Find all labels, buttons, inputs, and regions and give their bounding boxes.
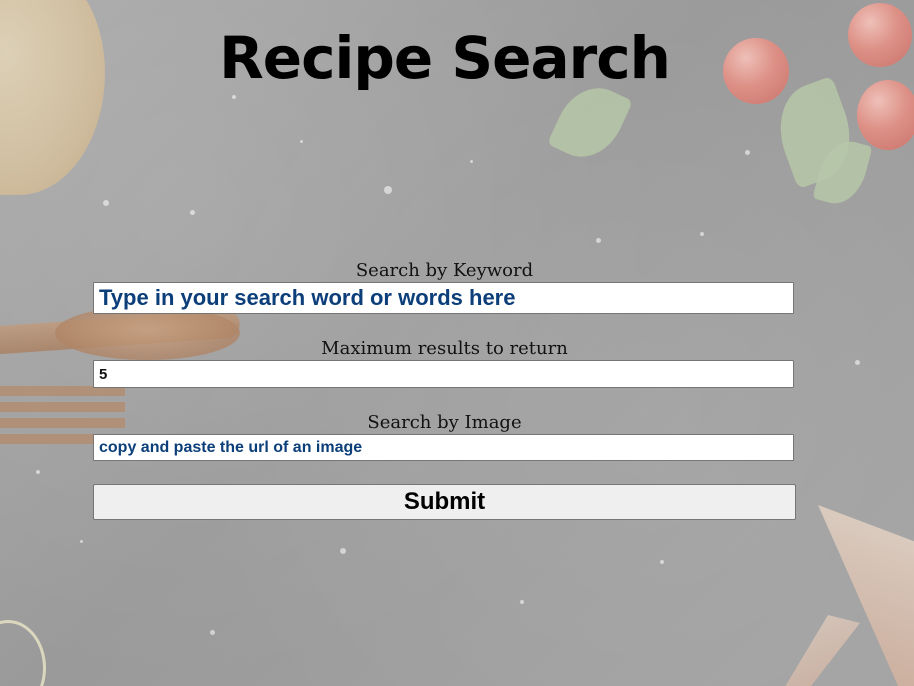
max-results-value: 5: [99, 365, 108, 383]
submit-button[interactable]: Submit: [93, 484, 796, 520]
recipe-search-form: Recipe Search Search by Keyword Type in …: [0, 0, 914, 686]
image-url-input[interactable]: copy and paste the url of an image: [93, 434, 794, 461]
keyword-search-input[interactable]: Type in your search word or words here: [93, 282, 794, 314]
image-input-placeholder: copy and paste the url of an image: [99, 438, 363, 456]
max-results-input[interactable]: 5: [93, 360, 794, 388]
max-results-label: Maximum results to return: [321, 338, 568, 359]
submit-button-label: Submit: [403, 488, 486, 515]
page-title: Recipe Search: [219, 24, 671, 92]
image-search-label: Search by Image: [367, 412, 522, 433]
keyword-input-placeholder: Type in your search word or words here: [99, 285, 516, 310]
keyword-label: Search by Keyword: [355, 260, 534, 281]
